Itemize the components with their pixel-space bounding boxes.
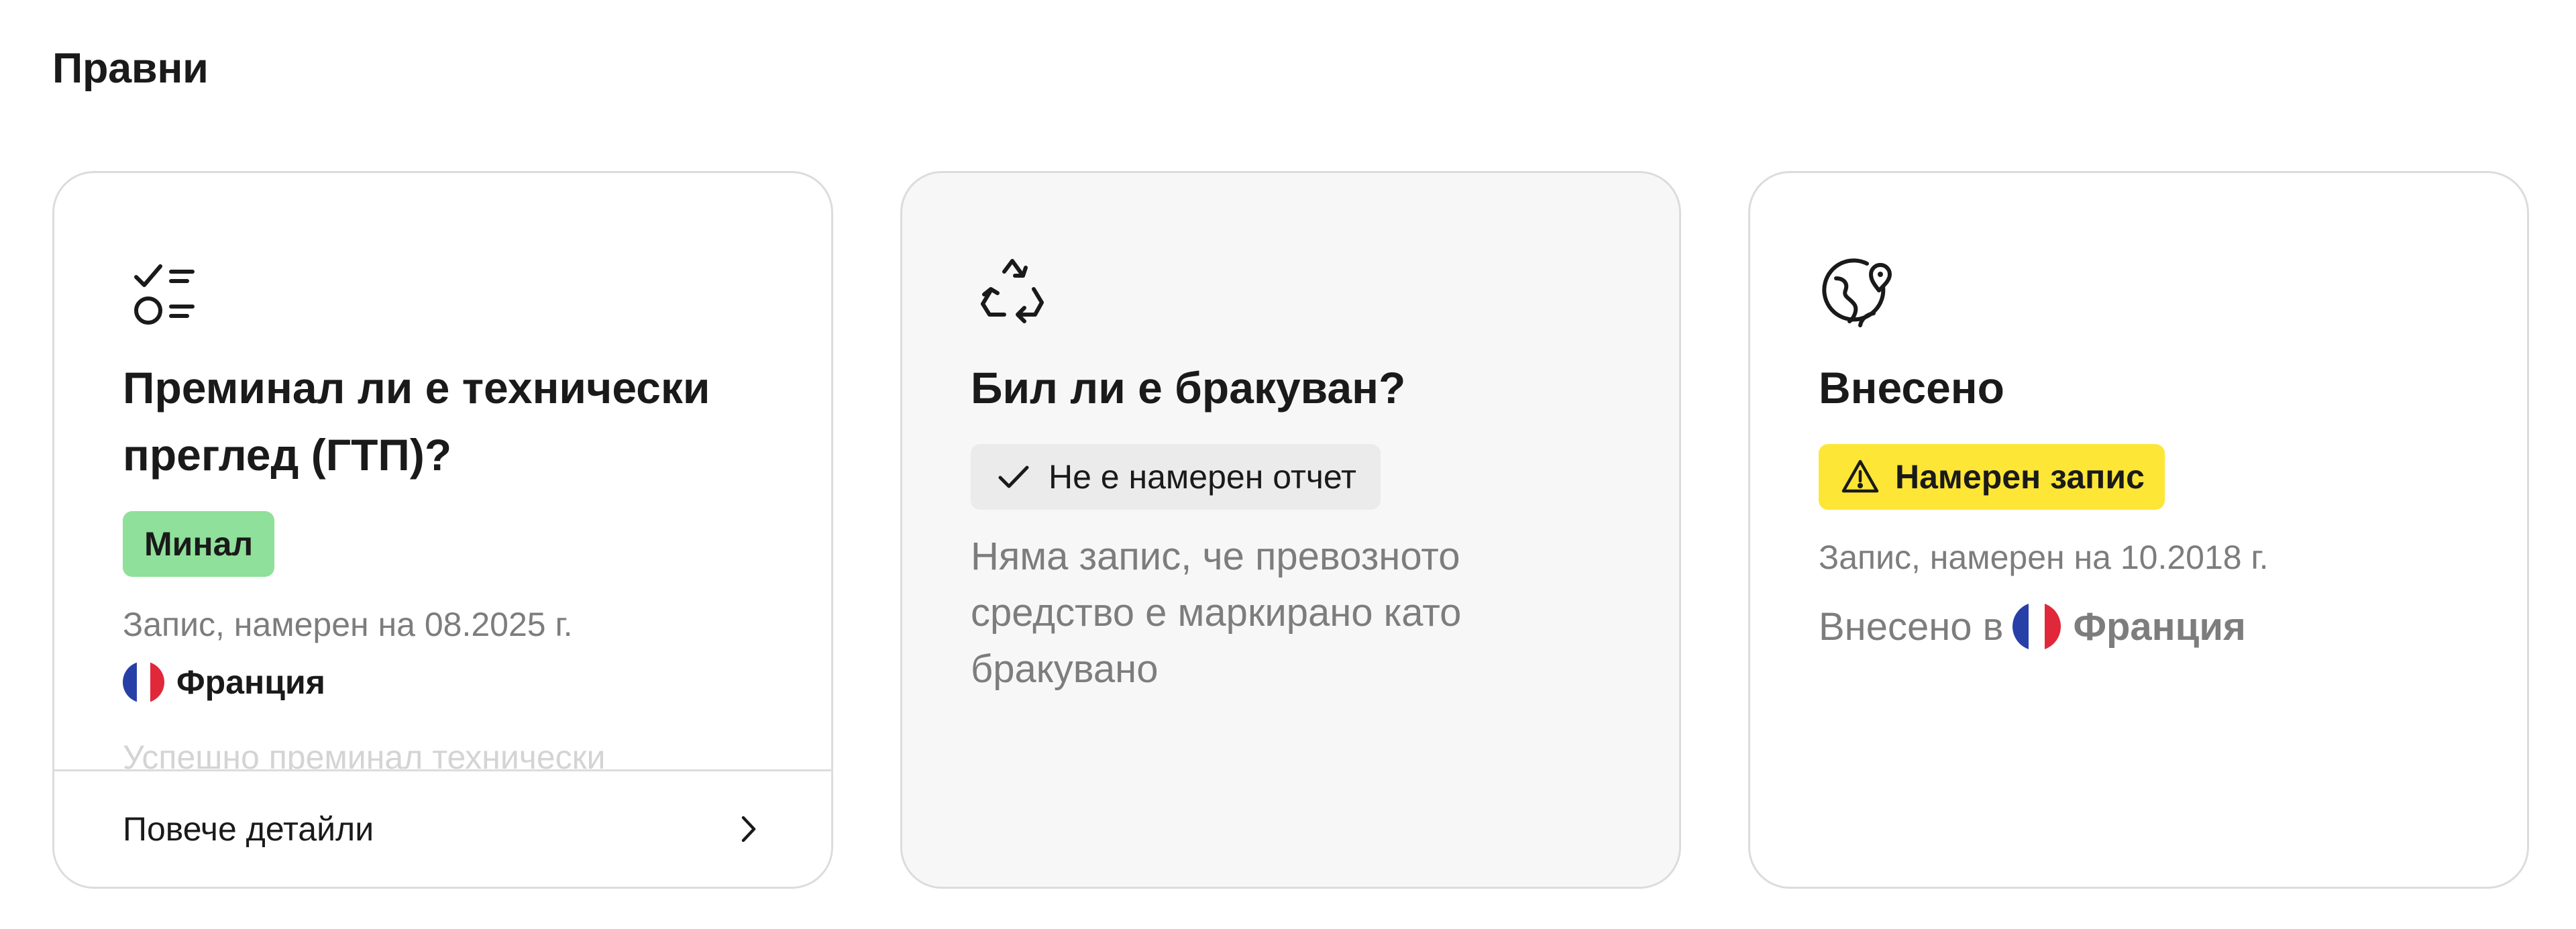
- scrapped-description: Няма запис, че превозното средство е мар…: [971, 535, 1462, 691]
- status-badge-label: Намерен запис: [1895, 458, 2145, 496]
- registered-country: Внесено в Франция: [1819, 602, 2246, 651]
- globe-location-icon: [1817, 249, 1904, 336]
- status-badge: Минал: [123, 511, 275, 577]
- country-name: Франция: [176, 663, 325, 701]
- mot-card: Преминал ли е технически преглед (ГТП)? …: [52, 171, 833, 889]
- record-date: Запис, намерен на 08.2025 г.: [123, 606, 573, 643]
- country: Франция: [123, 661, 325, 703]
- country-name: Франция: [2073, 604, 2246, 649]
- france-flag-icon: [2012, 602, 2061, 651]
- card-title: Внесено: [1819, 363, 2004, 413]
- card-title: Преминал ли е технически преглед (ГТП)?: [123, 363, 710, 480]
- france-flag-icon: [123, 661, 164, 703]
- recycle-icon: [969, 249, 1057, 336]
- chevron-right-icon: [732, 813, 764, 845]
- registered-prefix: Внесено в: [1819, 604, 2004, 649]
- more-details-label: Повече детайли: [123, 810, 374, 848]
- record-date: Запис, намерен на 10.2018 г.: [1819, 539, 2269, 576]
- status-badge: Не е намерен отчет: [971, 444, 1381, 510]
- more-details-button[interactable]: Повече детайли: [54, 769, 831, 887]
- status-badge-label: Не е намерен отчет: [1049, 458, 1356, 496]
- status-badge: Намерен запис: [1819, 444, 2165, 510]
- check-icon: [994, 457, 1034, 497]
- section-title: Правни: [52, 45, 209, 92]
- card-title: Бил ли е бракуван?: [971, 363, 1406, 413]
- checklist-icon: [121, 249, 209, 336]
- imported-card: Внесено Намерен запис Запис, намерен на …: [1748, 171, 2529, 889]
- warning-icon: [1840, 457, 1880, 497]
- scrapped-card: Бил ли е бракуван? Не е намерен отчет Ня…: [900, 171, 1681, 889]
